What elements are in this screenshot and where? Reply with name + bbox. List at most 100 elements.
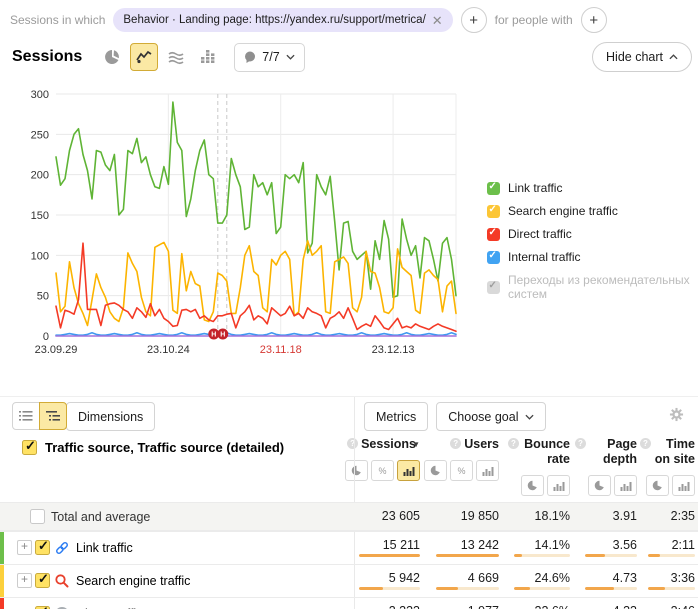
row-checkbox[interactable] (30, 509, 45, 524)
bars-icon (553, 481, 565, 491)
bars-icon (620, 481, 632, 491)
tree-view-button[interactable] (39, 402, 67, 430)
gear-icon[interactable] (669, 407, 684, 427)
table-row-search-engine-traffic: Search engine traffic 5 942 4 669 24.6% … (0, 564, 698, 597)
hide-chart-button[interactable]: Hide chart (592, 42, 692, 72)
help-icon[interactable]: ? (575, 438, 586, 449)
bars-mode-button[interactable] (397, 460, 420, 481)
cell-value: 1 977 (468, 605, 499, 609)
pie-mode-button[interactable] (588, 475, 611, 496)
value-bar (648, 554, 695, 557)
value-bar (514, 587, 570, 590)
row-label[interactable]: Link traffic (76, 541, 133, 555)
pie-icon (594, 480, 605, 491)
expand-button[interactable] (17, 573, 32, 588)
hide-chart-label: Hide chart (606, 50, 663, 64)
display-mode-toggles (588, 475, 637, 496)
metrics-group: Metrics Choose goal (364, 402, 546, 431)
table-row-direct-traffic: Direct traffic 2 233 1 977 22.6% 4.33 2:… (0, 597, 698, 609)
percent-mode-button[interactable]: % (371, 460, 394, 481)
comment-icon (244, 51, 256, 64)
expand-button[interactable] (17, 540, 32, 555)
total-time-value: 2:35 (671, 510, 695, 523)
legend-item-search-traffic[interactable]: Search engine traffic (487, 204, 698, 218)
choose-goal-button[interactable]: Choose goal (436, 402, 546, 431)
bars-mode-button[interactable] (547, 475, 570, 496)
help-icon[interactable]: ? (450, 438, 461, 449)
checkbox-icon[interactable] (487, 228, 500, 241)
legend-item-internal-traffic[interactable]: Internal traffic (487, 250, 698, 264)
percent-mode-button[interactable]: % (450, 460, 473, 481)
value-bar (436, 587, 499, 590)
help-icon[interactable]: ? (508, 438, 519, 449)
segments-dropdown[interactable]: 7/7 (234, 43, 304, 72)
row-checkbox[interactable] (35, 573, 50, 588)
display-mode-toggles: % (345, 460, 420, 481)
row-label[interactable]: Search engine traffic (76, 574, 190, 588)
add-people-filter-button[interactable]: + (581, 7, 607, 33)
pie-icon (430, 465, 441, 476)
pie-chart-icon (104, 49, 120, 65)
legend-item-direct-traffic[interactable]: Direct traffic (487, 227, 698, 241)
legend-item-link-traffic[interactable]: Link traffic (487, 181, 698, 195)
pie-chart-type-button[interactable] (98, 43, 126, 71)
row-color-strip (0, 565, 4, 598)
cell-value: 2 233 (389, 605, 420, 609)
add-segment-button[interactable]: + (461, 7, 487, 33)
dimensions-button[interactable]: Dimensions (66, 402, 155, 431)
checkbox-icon[interactable] (487, 205, 500, 218)
svg-text:23.11.18: 23.11.18 (260, 344, 302, 356)
bars-mode-button[interactable] (672, 475, 695, 496)
pie-icon (652, 480, 663, 491)
checkbox-icon[interactable] (487, 251, 500, 264)
value-bar (585, 554, 637, 557)
column-header-sessions[interactable]: ? Sessions ▼ % (355, 433, 423, 502)
segment-chip[interactable]: Behavior · Landing page: https://yandex.… (113, 8, 452, 32)
cell-value: 4.33 (613, 605, 637, 609)
total-users-value: 19 850 (461, 510, 499, 523)
cell-value: 14.1% (535, 539, 570, 552)
bars-mode-button[interactable] (614, 475, 637, 496)
legend-label: Direct traffic (508, 227, 572, 241)
dimension-header-cell: Traffic source, Traffic source (detailed… (0, 433, 355, 502)
stacked-area-type-button[interactable] (162, 43, 190, 71)
help-icon[interactable]: ? (640, 438, 651, 449)
total-sessions-value: 23 605 (382, 510, 420, 523)
row-color-strip (0, 532, 4, 565)
column-chart-type-button[interactable] (194, 43, 222, 71)
chevron-down-icon (525, 414, 534, 420)
list-view-icon (19, 410, 33, 422)
checkbox-icon (487, 281, 500, 294)
pie-mode-button[interactable] (521, 475, 544, 496)
dimension-header-label: Traffic source, Traffic source (detailed… (45, 440, 284, 455)
metrics-label: Metrics (376, 410, 416, 424)
line-chart-icon (136, 49, 152, 65)
cell-value: 4 669 (468, 572, 499, 585)
bars-icon (403, 466, 415, 476)
svg-text:300: 300 (31, 89, 49, 101)
svg-text:150: 150 (31, 210, 49, 222)
column-label: Page depth (589, 437, 637, 467)
chevron-up-icon (669, 54, 678, 60)
column-header-bounce-rate[interactable]: ? Bounce rate (502, 433, 573, 502)
row-checkbox[interactable] (35, 540, 50, 555)
column-header-page-depth[interactable]: ? Page depth (573, 433, 640, 502)
bars-mode-button[interactable] (476, 460, 499, 481)
chart-title: Sessions (12, 48, 82, 66)
line-chart-type-button[interactable] (130, 43, 158, 71)
table-header: Traffic source, Traffic source (detailed… (0, 433, 698, 502)
column-label: Sessions (361, 437, 409, 452)
checkbox-icon[interactable] (487, 182, 500, 195)
column-header-time-on-site[interactable]: ? Time on site (640, 433, 698, 502)
svg-text:H: H (211, 332, 216, 339)
close-icon[interactable]: ✕ (432, 14, 443, 27)
sessions-line-chart[interactable]: 05010015020025030023.09.2923.10.2423.11.… (18, 84, 480, 371)
pie-mode-button[interactable] (646, 475, 669, 496)
svg-text:23.09.29: 23.09.29 (35, 344, 78, 356)
pie-mode-button[interactable] (424, 460, 447, 481)
list-view-button[interactable] (12, 402, 40, 430)
svg-text:50: 50 (37, 291, 49, 303)
column-header-users[interactable]: ? Users % (423, 433, 502, 502)
metrics-button[interactable]: Metrics (364, 402, 428, 431)
select-all-checkbox[interactable] (22, 440, 37, 455)
